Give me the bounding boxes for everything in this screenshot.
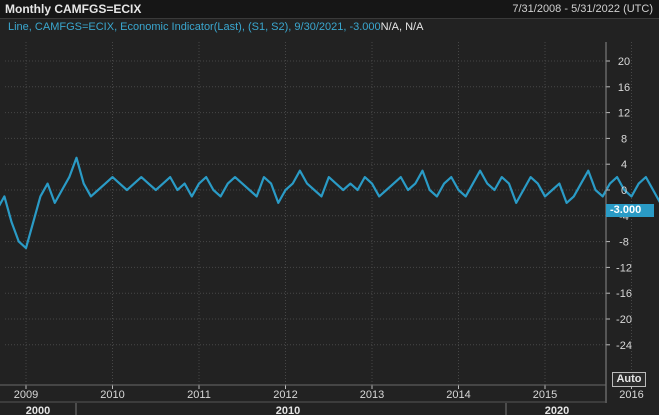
y-tick-label: -8 — [619, 237, 629, 249]
y-tick-label: -12 — [616, 262, 632, 274]
x-tick-label: 2009 — [14, 389, 38, 401]
x-tick-label: 2011 — [187, 389, 211, 401]
y-tick-label: 12 — [618, 108, 630, 120]
y-axis-ticks: 201612840-4-8-12-16-20-24 — [605, 42, 632, 403]
x-tick-label: 2010 — [100, 389, 124, 401]
y-tick-label: 4 — [621, 159, 627, 171]
series-legend: Line, CAMFGS=ECIX, Economic Indicator(La… — [8, 21, 423, 33]
auto-scale-button[interactable]: Auto — [612, 372, 646, 387]
y-tick-label: -20 — [616, 314, 632, 326]
chart-title: Monthly CAMFGS=ECIX — [5, 2, 142, 16]
y-tick-label: -24 — [616, 340, 632, 352]
y-tick-label: 8 — [621, 133, 627, 145]
x-tick-label: 2016 — [619, 389, 643, 401]
legend-text: Line, CAMFGS=ECIX, Economic Indicator(La… — [8, 21, 381, 33]
y-tick-label: 16 — [618, 82, 630, 94]
date-range: 7/31/2008 - 5/31/2022 (UTC) — [512, 3, 653, 15]
y-tick-label: -16 — [616, 288, 632, 300]
x-axis-ticks: 2009201020112012201320142015201620172018… — [0, 384, 644, 403]
decade-label: 2010 — [276, 405, 300, 415]
y-tick-label: 20 — [618, 56, 630, 68]
chart-plot[interactable]: 201612840-4-8-12-16-20-24 20092010201120… — [0, 18, 659, 415]
last-value-label: -3.000 — [606, 204, 654, 217]
y-tick-label: 0 — [621, 185, 627, 197]
decade-label: 2000 — [26, 405, 50, 415]
decade-label: 2020 — [545, 405, 569, 415]
chart-title-bar: Monthly CAMFGS=ECIX 7/31/2008 - 5/31/202… — [0, 0, 659, 19]
x-tick-label: 2014 — [446, 389, 470, 401]
x-tick-label: 2013 — [360, 389, 384, 401]
legend-na: N/A, N/A — [380, 21, 424, 33]
decade-labels: 2000 2010 2020 — [26, 403, 569, 415]
chart-window: Monthly CAMFGS=ECIX 7/31/2008 - 5/31/202… — [0, 0, 659, 415]
plot-area — [5, 42, 606, 385]
x-tick-label: 2015 — [533, 389, 557, 401]
x-tick-label: 2012 — [273, 389, 297, 401]
